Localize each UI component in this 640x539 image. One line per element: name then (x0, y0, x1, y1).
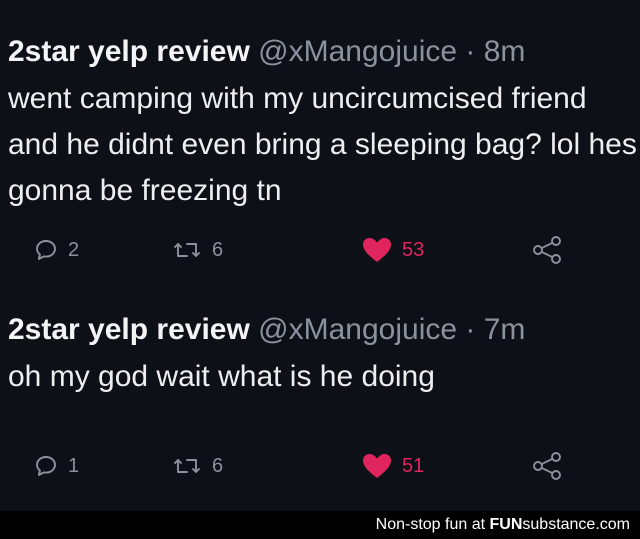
watermark-brand-substance: substance (522, 516, 596, 533)
tweet-text: oh my god wait what is he doing (8, 360, 435, 393)
tweet-actions: 2 6 53 (0, 230, 640, 270)
share-button[interactable] (532, 230, 562, 270)
user-handle[interactable]: @xMangojuice (258, 313, 457, 346)
retweet-button[interactable]: 6 (172, 446, 223, 486)
like-count: 53 (402, 238, 425, 261)
reply-count: 2 (68, 238, 80, 261)
tweet-header: 2star yelp review @xMangojuice · 7m (8, 308, 525, 352)
reply-count: 1 (68, 454, 80, 477)
watermark-brand-fun: FUN (489, 516, 523, 533)
share-button[interactable] (532, 446, 562, 486)
like-count: 51 (402, 454, 425, 477)
separator-dot: · (465, 313, 476, 346)
watermark: Non-stop fun at FUNsubstance.com (376, 511, 630, 539)
reply-bubble-icon (34, 238, 58, 262)
display-name[interactable]: 2star yelp review (8, 313, 250, 346)
tweet-header: 2star yelp review @xMangojuice · 8m (8, 30, 525, 74)
user-handle[interactable]: @xMangojuice (258, 35, 457, 68)
timestamp[interactable]: 7m (484, 313, 526, 346)
timestamp[interactable]: 8m (484, 35, 526, 68)
watermark-prefix: Non-stop fun at (375, 516, 490, 533)
display-name[interactable]: 2star yelp review (8, 35, 250, 68)
retweet-icon (172, 454, 202, 478)
retweet-count: 6 (212, 454, 224, 477)
share-icon (532, 451, 562, 481)
reply-button[interactable]: 2 (34, 230, 79, 270)
retweet-icon (172, 238, 202, 262)
like-button[interactable]: 51 (362, 446, 424, 486)
separator-dot: · (465, 35, 476, 68)
reply-bubble-icon (34, 454, 58, 478)
watermark-brand-suffix: .com (595, 516, 630, 533)
watermark-bar: Non-stop fun at FUNsubstance.com (0, 511, 640, 539)
reply-button[interactable]: 1 (34, 446, 79, 486)
tweet-text: went camping with my uncircumcised frien… (8, 82, 637, 207)
tweet-actions: 1 6 51 (0, 446, 640, 486)
retweet-button[interactable]: 6 (172, 230, 223, 270)
like-button[interactable]: 53 (362, 230, 424, 270)
share-icon (532, 235, 562, 265)
retweet-count: 6 (212, 238, 224, 261)
heart-icon (362, 237, 392, 263)
heart-icon (362, 453, 392, 479)
